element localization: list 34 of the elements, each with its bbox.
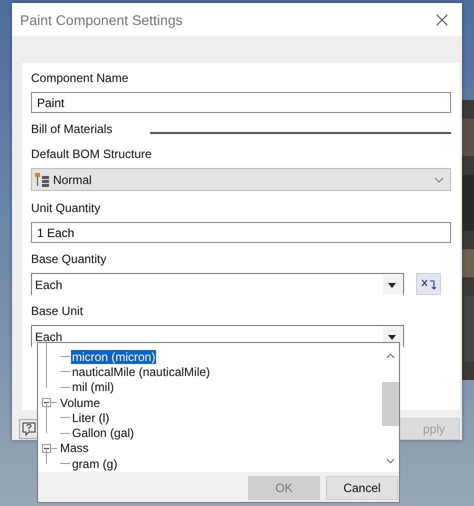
tree-item[interactable]: nauticalMile (nauticalMile) xyxy=(71,364,212,379)
close-icon[interactable] xyxy=(435,12,449,26)
field-label: Unit Quantity xyxy=(31,201,100,216)
field-label: Component Name xyxy=(31,71,128,86)
tree-item[interactable]: micron (micron) xyxy=(71,350,156,364)
structure-icon xyxy=(35,172,49,186)
tree-item[interactable]: gram (g) xyxy=(71,456,118,471)
text-field[interactable]: Paint xyxy=(31,92,451,113)
window-title: Paint Component Settings xyxy=(20,12,183,28)
tree-item[interactable]: Liter (l) xyxy=(71,410,110,425)
dropdown-value: Each xyxy=(35,278,64,292)
tree-group[interactable]: Mass xyxy=(59,441,90,456)
dropdown[interactable]: Each xyxy=(31,273,404,295)
cancel-button[interactable]: Cancel xyxy=(326,476,398,500)
collapse-icon[interactable] xyxy=(42,444,51,453)
chevron-down-icon xyxy=(434,176,444,182)
scroll-down-icon[interactable] xyxy=(386,458,395,464)
tree-item[interactable]: Gallon (gal) xyxy=(71,426,136,440)
scrollbar-thumb[interactable] xyxy=(382,382,399,426)
collapse-icon[interactable] xyxy=(42,398,51,408)
dropdown-value: Each xyxy=(35,330,64,344)
text-field[interactable]: 1 Each xyxy=(31,222,451,243)
tree-group[interactable]: Volume xyxy=(59,396,102,410)
section-heading: Bill of Materials xyxy=(31,122,112,137)
field-label: Base Unit xyxy=(31,304,84,319)
help-icon xyxy=(22,422,36,436)
help-button[interactable] xyxy=(19,419,39,439)
field-label: Default BOM Structure xyxy=(31,147,152,162)
variable-icon xyxy=(420,277,436,291)
scroll-up-icon[interactable] xyxy=(386,353,395,359)
tree-item[interactable]: mil (mil) xyxy=(71,380,115,394)
field-label: Base Quantity xyxy=(31,252,106,267)
dropdown-value: Normal xyxy=(53,172,93,186)
parameter-button[interactable] xyxy=(416,273,441,295)
